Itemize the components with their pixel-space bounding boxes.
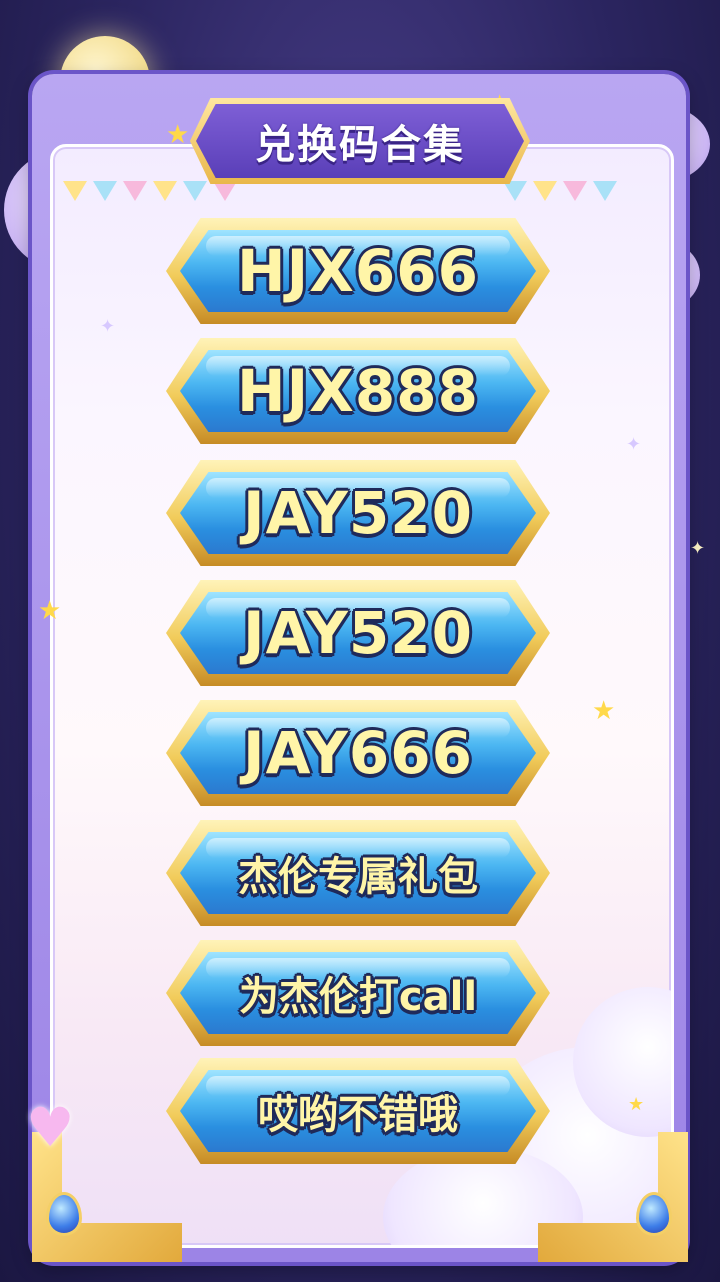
code-label: 为杰伦打call bbox=[238, 974, 478, 1020]
code-button-aiyo[interactable]: 哎哟不错哦 bbox=[166, 1058, 550, 1164]
code-button-hjx888[interactable]: HJX888 bbox=[166, 338, 550, 444]
code-label: JAY666 bbox=[243, 719, 473, 787]
code-list: HJX666 HJX888 JAY520 JAY520 JAY666 杰伦专属礼… bbox=[0, 0, 720, 1282]
code-button-jay520-2[interactable]: JAY520 bbox=[166, 580, 550, 686]
code-button-jay-gift[interactable]: 杰伦专属礼包 bbox=[166, 820, 550, 926]
code-button-jay666[interactable]: JAY666 bbox=[166, 700, 550, 806]
code-label: JAY520 bbox=[243, 479, 473, 547]
code-label: 杰伦专属礼包 bbox=[238, 854, 478, 900]
code-button-jay520[interactable]: JAY520 bbox=[166, 460, 550, 566]
code-button-hjx666[interactable]: HJX666 bbox=[166, 218, 550, 324]
code-button-call[interactable]: 为杰伦打call bbox=[166, 940, 550, 1046]
code-label: 哎哟不错哦 bbox=[258, 1092, 458, 1138]
code-label: JAY520 bbox=[243, 599, 473, 667]
code-label: HJX666 bbox=[237, 237, 479, 305]
code-label: HJX888 bbox=[237, 357, 479, 425]
